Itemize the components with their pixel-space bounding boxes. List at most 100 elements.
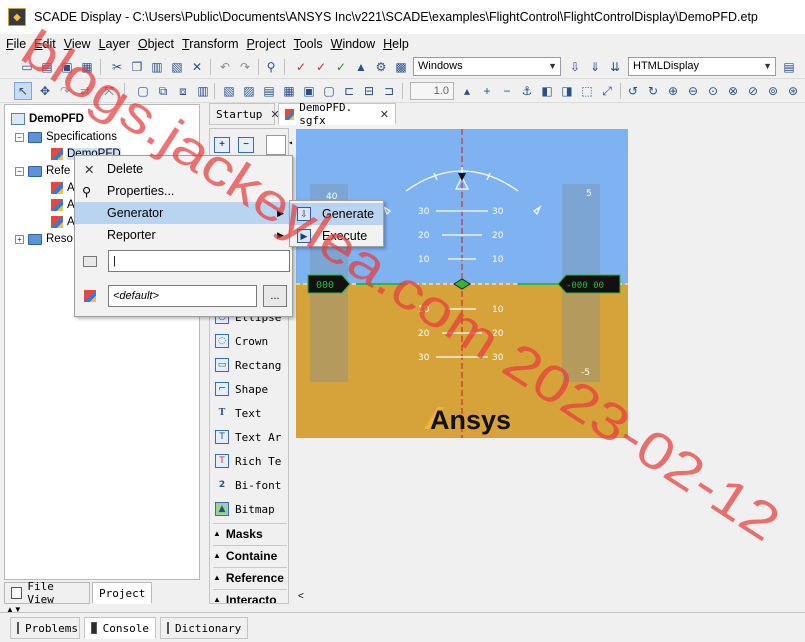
ungroup-icon[interactable]: ⧈ bbox=[174, 82, 192, 100]
zoom-in-icon[interactable]: + bbox=[478, 82, 496, 100]
mirror-h-icon[interactable]: ◧ bbox=[538, 82, 556, 100]
path-input[interactable]: | bbox=[108, 250, 290, 272]
check-icon[interactable]: ✓ bbox=[292, 58, 310, 76]
horizontal-scrollbar[interactable]: < bbox=[296, 591, 805, 606]
paste-icon[interactable]: ▥ bbox=[148, 58, 166, 76]
mirror-v-icon[interactable]: ◨ bbox=[558, 82, 576, 100]
tree-resources[interactable]: + Reso bbox=[15, 231, 73, 247]
rotate-left-icon[interactable]: ↺ bbox=[624, 82, 642, 100]
zoom-field[interactable]: 1.0 bbox=[410, 82, 454, 100]
settings-icon[interactable]: ▩ bbox=[392, 58, 410, 76]
redo-icon[interactable]: ↷ bbox=[236, 58, 254, 76]
node-add-icon[interactable]: ⊕ bbox=[664, 82, 682, 100]
target-settings-icon[interactable]: ▤ bbox=[780, 58, 798, 76]
menu-file[interactable]: File bbox=[6, 37, 26, 51]
align-icon[interactable]: ▥ bbox=[194, 82, 212, 100]
tab-project[interactable]: Project bbox=[92, 582, 152, 604]
palette-rich-text[interactable]: T Rich Te bbox=[215, 451, 281, 471]
menu-transform[interactable]: Transform bbox=[182, 37, 239, 51]
menu-layer[interactable]: Layer bbox=[99, 37, 130, 51]
search-icon[interactable]: ⚲ bbox=[262, 58, 280, 76]
open-file-icon[interactable]: ▤ bbox=[38, 58, 56, 76]
node-join-icon[interactable]: ⊗ bbox=[724, 82, 742, 100]
target-combo[interactable]: HTMLDisplay ▼ bbox=[628, 57, 776, 76]
resize-icon[interactable]: ⤢ bbox=[598, 82, 616, 100]
palette-category-containers[interactable]: ▲ Containe bbox=[213, 545, 287, 565]
fit-icon[interactable]: ⬚ bbox=[578, 82, 596, 100]
tree-specifications[interactable]: − Specifications bbox=[15, 129, 117, 145]
frame-tool-icon[interactable]: ▢ bbox=[134, 82, 152, 100]
tree-root[interactable]: DemoPFD bbox=[11, 111, 84, 127]
menu-item-reporter[interactable]: Reporter ▶ bbox=[75, 224, 292, 246]
palette-bi-font[interactable]: 2 Bi-font bbox=[215, 475, 282, 495]
platform-combo[interactable]: Windows ▼ bbox=[413, 57, 561, 76]
tab-file-view[interactable]: File View bbox=[4, 580, 90, 606]
menu-view[interactable]: View bbox=[64, 37, 91, 51]
node-break-icon[interactable]: ⊘ bbox=[744, 82, 762, 100]
menu-object[interactable]: Object bbox=[138, 37, 174, 51]
distribute-icon[interactable]: ⊐ bbox=[380, 82, 398, 100]
menu-item-generator[interactable]: Generator ▶ bbox=[75, 202, 292, 224]
tab-console[interactable]: Console bbox=[84, 617, 156, 639]
tab-dictionary[interactable]: Dictionary bbox=[160, 617, 248, 639]
close-icon[interactable]: ✕ bbox=[380, 108, 389, 121]
sort-down-icon[interactable]: ⇩ bbox=[566, 58, 584, 76]
align-left-icon[interactable]: ⊏ bbox=[340, 82, 358, 100]
palette-search-box[interactable] bbox=[266, 135, 286, 155]
graduate-icon[interactable]: ▲ bbox=[352, 58, 370, 76]
menu-item-execute[interactable]: ▶ Execute bbox=[290, 225, 383, 247]
palette-rectangle[interactable]: ▭ Rectang bbox=[215, 355, 281, 375]
show-icon[interactable]: ▢ bbox=[320, 82, 338, 100]
layer-down-icon[interactable]: ▦ bbox=[280, 82, 298, 100]
pan-tool-icon[interactable]: ✥ bbox=[36, 82, 54, 100]
hide-icon[interactable]: ▣ bbox=[300, 82, 318, 100]
zoom-up-icon[interactable]: ▴ bbox=[458, 82, 476, 100]
undo-icon[interactable]: ↶ bbox=[216, 58, 234, 76]
save-icon[interactable]: ▣ bbox=[58, 58, 76, 76]
node-smooth-icon[interactable]: ⊚ bbox=[764, 82, 782, 100]
bring-front-icon[interactable]: ▧ bbox=[220, 82, 238, 100]
menu-edit[interactable]: Edit bbox=[34, 37, 56, 51]
menu-item-properties[interactable]: ⚲ Properties... bbox=[75, 180, 292, 202]
gear-icon[interactable]: ⚙ bbox=[372, 58, 390, 76]
palette-category-interactors[interactable]: ▲ Interacto bbox=[213, 589, 287, 603]
paste-special-icon[interactable]: ▧ bbox=[168, 58, 186, 76]
rotate-tool-icon[interactable]: ↷ bbox=[56, 82, 74, 100]
default-config-field[interactable]: <default> bbox=[108, 285, 257, 307]
pfd-display[interactable]: 30 30 20 20 10 10 10 10 20 20 30 30 40 5… bbox=[296, 129, 628, 438]
tree-ref-item-1[interactable]: A bbox=[51, 180, 75, 196]
palette-text-area[interactable]: T Text Ar bbox=[215, 427, 281, 447]
palette-category-masks[interactable]: ▲ Masks bbox=[213, 523, 287, 543]
palette-text[interactable]: T Text bbox=[215, 403, 262, 423]
collapse-icon[interactable]: − bbox=[15, 166, 24, 176]
validate-icon[interactable]: ✓ bbox=[332, 58, 350, 76]
node-corner-icon[interactable]: ⊛ bbox=[784, 82, 802, 100]
node-remove-icon[interactable]: ⊖ bbox=[684, 82, 702, 100]
tab-demopfd[interactable]: DemoPFD. sgfx ✕ bbox=[278, 101, 396, 127]
menu-item-delete[interactable]: ✕ Delete bbox=[75, 158, 292, 180]
align-center-icon[interactable]: ⊟ bbox=[360, 82, 378, 100]
tab-startup[interactable]: Startup ✕ bbox=[209, 103, 280, 125]
palette-shape[interactable]: ⌐ Shape bbox=[215, 379, 268, 399]
generate-icon[interactable]: ⇊ bbox=[606, 58, 624, 76]
layer-up-icon[interactable]: ▤ bbox=[260, 82, 278, 100]
palette-bitmap[interactable]: ▲ Bitmap bbox=[215, 499, 275, 519]
build-icon[interactable]: ⇓ bbox=[586, 58, 604, 76]
cut-icon[interactable]: ✂ bbox=[108, 58, 126, 76]
copy-icon[interactable]: ❐ bbox=[128, 58, 146, 76]
tree-ref-item-3[interactable]: A bbox=[51, 214, 75, 230]
palette-collapse-icon[interactable]: − bbox=[238, 137, 254, 153]
check-all-icon[interactable]: ✓ bbox=[312, 58, 330, 76]
menu-tools[interactable]: Tools bbox=[293, 37, 322, 51]
new-file-icon[interactable]: ▭ bbox=[18, 58, 36, 76]
save-all-icon[interactable]: ▦ bbox=[78, 58, 96, 76]
flip-tool-icon[interactable]: ⇄ bbox=[76, 82, 94, 100]
tab-problems[interactable]: Problems bbox=[10, 617, 80, 639]
menu-help[interactable]: Help bbox=[383, 37, 409, 51]
palette-category-references[interactable]: ▲ Reference bbox=[213, 567, 287, 587]
collapse-icon[interactable]: − bbox=[15, 132, 24, 142]
rotate-right-icon[interactable]: ↻ bbox=[644, 82, 662, 100]
node-move-icon[interactable]: ⊙ bbox=[704, 82, 722, 100]
delete-icon[interactable]: ✕ bbox=[188, 58, 206, 76]
palette-add-icon[interactable]: + bbox=[214, 137, 230, 153]
